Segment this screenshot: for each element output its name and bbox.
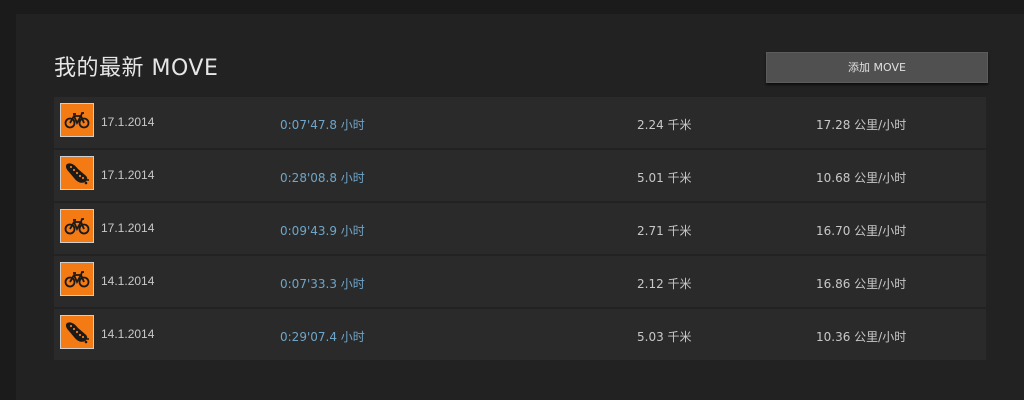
move-distance: 2.12 千米 bbox=[637, 277, 692, 291]
move-date: 17.1.2014 bbox=[101, 168, 155, 182]
bike-icon bbox=[60, 262, 94, 296]
move-speed: 16.86 公里/小时 bbox=[816, 277, 907, 291]
move-speed: 17.28 公里/小时 bbox=[816, 118, 907, 132]
move-speed: 10.36 公里/小时 bbox=[816, 330, 907, 344]
move-speed: 16.70 公里/小时 bbox=[816, 224, 907, 238]
list-item[interactable]: 17.1.2014 0:28'08.8 小时 5.01 千米 10.68 公里/… bbox=[54, 150, 986, 201]
page-title: 我的最新 MOVE bbox=[54, 56, 219, 81]
running-shoe-icon bbox=[60, 156, 94, 190]
running-shoe-icon bbox=[60, 315, 94, 349]
move-date: 17.1.2014 bbox=[101, 221, 155, 235]
move-date: 14.1.2014 bbox=[101, 274, 155, 288]
moves-list: 17.1.2014 0:07'47.8 小时 2.24 千米 17.28 公里/… bbox=[54, 97, 986, 362]
move-duration: 0:09'43.9 小时 bbox=[280, 224, 365, 238]
list-item[interactable]: 17.1.2014 0:09'43.9 小时 2.71 千米 16.70 公里/… bbox=[54, 203, 986, 254]
bike-icon bbox=[60, 103, 94, 137]
bike-icon bbox=[60, 209, 94, 243]
move-duration: 0:28'08.8 小时 bbox=[280, 171, 365, 185]
move-duration: 0:07'47.8 小时 bbox=[280, 118, 365, 132]
move-distance: 5.03 千米 bbox=[637, 330, 692, 344]
move-distance: 5.01 千米 bbox=[637, 171, 692, 185]
list-item[interactable]: 14.1.2014 0:29'07.4 小时 5.03 千米 10.36 公里/… bbox=[54, 309, 986, 360]
move-duration: 0:07'33.3 小时 bbox=[280, 277, 365, 291]
move-date: 14.1.2014 bbox=[101, 327, 155, 341]
move-date: 17.1.2014 bbox=[101, 115, 155, 129]
move-speed: 10.68 公里/小时 bbox=[816, 171, 907, 185]
add-move-button[interactable]: 添加 MOVE bbox=[766, 52, 988, 83]
move-duration: 0:29'07.4 小时 bbox=[280, 330, 365, 344]
move-distance: 2.24 千米 bbox=[637, 118, 692, 132]
list-item[interactable]: 17.1.2014 0:07'47.8 小时 2.24 千米 17.28 公里/… bbox=[54, 97, 986, 148]
list-item[interactable]: 14.1.2014 0:07'33.3 小时 2.12 千米 16.86 公里/… bbox=[54, 256, 986, 307]
moves-panel: 我的最新 MOVE 添加 MOVE 17.1.2014 0:07'47.8 小时… bbox=[16, 14, 1024, 400]
move-distance: 2.71 千米 bbox=[637, 224, 692, 238]
